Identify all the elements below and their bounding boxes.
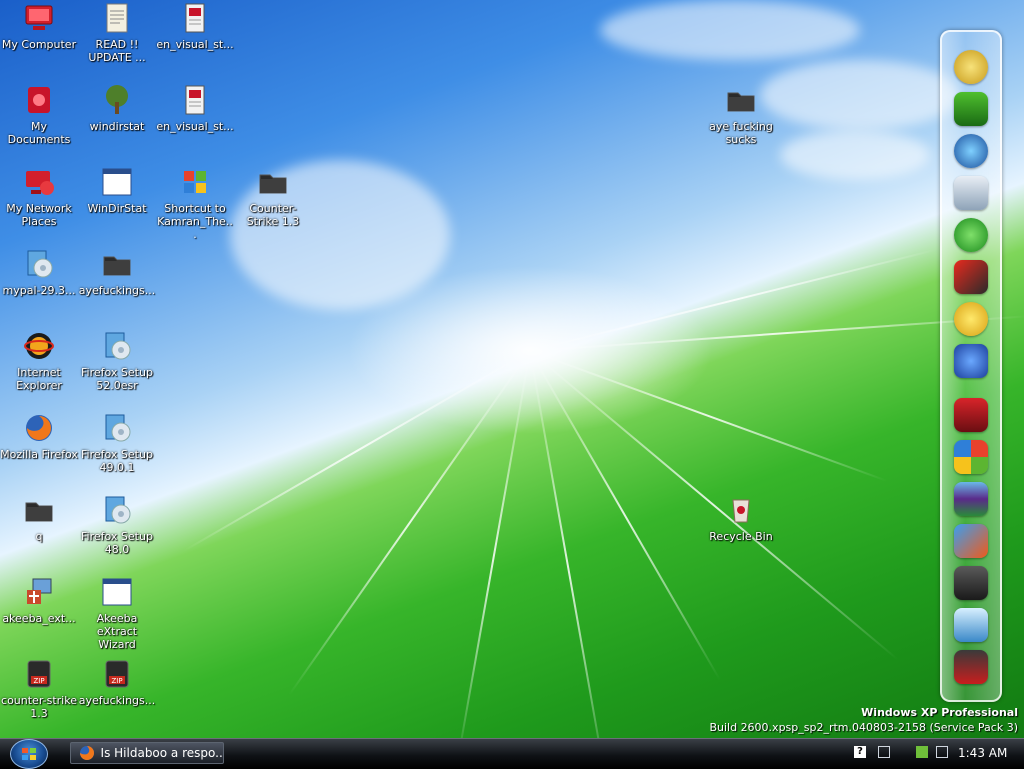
zip-archive-icon: ZIP: [101, 658, 133, 690]
desktop-icon-ayefuckings-zip[interactable]: ZIP ayefuckings...: [78, 658, 156, 707]
tool-icon[interactable]: [954, 608, 988, 642]
desktop-icon-counter-strike-zip[interactable]: ZIP counter-strike 1.3: [0, 658, 78, 720]
winrar-icon[interactable]: [954, 482, 988, 516]
folder-icon: [101, 248, 133, 280]
media-player-icon[interactable]: [954, 176, 988, 210]
butterfly-icon[interactable]: [954, 524, 988, 558]
disc-image-icon: [179, 84, 211, 116]
text-document-icon: [101, 2, 133, 34]
firefox-icon: [80, 746, 94, 760]
light-streak: [529, 350, 888, 482]
volume-icon[interactable]: [936, 746, 948, 758]
windows-logo-icon: [179, 166, 211, 198]
globe-icon[interactable]: [954, 134, 988, 168]
folder-icon: [257, 166, 289, 198]
desktop-icon-my-computer[interactable]: My Computer: [0, 2, 78, 51]
setup-icon: [23, 576, 55, 608]
desktop-icon-q[interactable]: q: [0, 494, 78, 543]
light-streak: [288, 350, 531, 696]
disc-image-icon: [179, 2, 211, 34]
zip-archive-icon: ZIP: [23, 658, 55, 690]
start-button[interactable]: [10, 739, 48, 769]
monitor-icon[interactable]: [954, 92, 988, 126]
desktop-icon-windirstat[interactable]: WinDirStat: [78, 166, 156, 215]
vertical-dock: [940, 30, 1002, 702]
installer-icon: [101, 494, 133, 526]
folder-icon: [23, 494, 55, 526]
my-documents-icon: [23, 84, 55, 116]
desktop-icon-en-visual-studio-2[interactable]: en_visual_st...: [156, 84, 234, 133]
installer-icon: [101, 412, 133, 444]
os-edition-watermark: Windows XP Professional: [861, 706, 1018, 719]
taskbar-window-title: Is Hildaboo a respo...: [100, 746, 223, 760]
cloud-decoration: [780, 130, 930, 180]
application-window-icon: [101, 166, 133, 198]
desktop-icon-my-documents[interactable]: My Documents: [0, 84, 78, 146]
clock[interactable]: 1:43 AM: [958, 746, 1007, 760]
help-icon[interactable]: ?: [854, 746, 866, 758]
robot-icon[interactable]: [954, 650, 988, 684]
light-streak: [183, 350, 531, 552]
printer-icon[interactable]: [954, 566, 988, 600]
desktop-icon-ayefuckings-folder[interactable]: ayefuckings...: [78, 248, 156, 297]
internet-explorer-icon: [23, 330, 55, 362]
red-box-icon[interactable]: [954, 398, 988, 432]
orb-icon[interactable]: [954, 50, 988, 84]
tree-icon: [101, 84, 133, 116]
recycle-bin-icon: [725, 494, 757, 526]
desktop-icon-mypal[interactable]: mypal-29.3...: [0, 248, 78, 297]
application-window-icon: [101, 576, 133, 608]
network-icon[interactable]: [878, 746, 890, 758]
folder-icon: [725, 84, 757, 116]
desktop-icon-internet-explorer[interactable]: Internet Explorer: [0, 330, 78, 392]
windows-flag-icon[interactable]: [954, 440, 988, 474]
installer-icon: [23, 248, 55, 280]
smiley-icon[interactable]: [954, 302, 988, 336]
desktop-icon-shortcut-kamran[interactable]: Shortcut to Kamran_The...: [156, 166, 234, 241]
desktop: My Computer My Documents My Network Plac…: [0, 0, 1024, 738]
cloud-decoration: [600, 0, 860, 60]
light-streak: [456, 350, 531, 738]
installer-icon: [101, 330, 133, 362]
desktop-icon-windirstat-folder[interactable]: windirstat: [78, 84, 156, 133]
desktop-icon-akeeba-ext[interactable]: akeeba_ext...: [0, 576, 78, 625]
taskbar: Is Hildaboo a respo... ? 1:43 AM: [0, 738, 1024, 769]
desktop-icon-counter-strike-folder[interactable]: Counter-Strike 1.3: [234, 166, 312, 228]
security-icon[interactable]: [916, 746, 928, 758]
my-computer-icon: [23, 2, 55, 34]
desktop-icon-akeeba-extract-wizard[interactable]: Akeeba eXtract Wizard: [78, 576, 156, 651]
desktop-icon-mozilla-firefox[interactable]: Mozilla Firefox: [0, 412, 78, 461]
svg-text:ZIP: ZIP: [33, 677, 44, 685]
network-places-icon: [23, 166, 55, 198]
desktop-icon-en-visual-studio-1[interactable]: en_visual_st...: [156, 2, 234, 51]
firefox-icon: [23, 412, 55, 444]
windows-logo-icon: [22, 748, 36, 760]
light-streak: [529, 350, 608, 738]
desktop-icon-my-network-places[interactable]: My Network Places: [0, 166, 78, 228]
desktop-icon-firefox-setup-52[interactable]: Firefox Setup 52.0esr: [78, 330, 156, 392]
build-watermark: Build 2600.xpsp_sp2_rtm.040803-2158 (Ser…: [709, 721, 1018, 734]
film-icon[interactable]: [954, 260, 988, 294]
desktop-icon-firefox-setup-48[interactable]: Firefox Setup 48.0: [78, 494, 156, 556]
desktop-icon-recycle-bin[interactable]: Recycle Bin: [702, 494, 780, 543]
desktop-icon-aye-fucking-sucks[interactable]: aye fucking sucks: [702, 84, 780, 146]
messenger-icon[interactable]: [954, 344, 988, 378]
desktop-icon-read-update[interactable]: READ !! UPDATE ...: [78, 2, 156, 64]
desktop-icon-firefox-setup-49[interactable]: Firefox Setup 49.0.1: [78, 412, 156, 474]
internet-explorer-icon[interactable]: [954, 218, 988, 252]
taskbar-window-button[interactable]: Is Hildaboo a respo...: [70, 742, 224, 764]
svg-text:ZIP: ZIP: [111, 677, 122, 685]
cloud-decoration: [760, 60, 960, 130]
system-tray: ? 1:43 AM: [850, 742, 1020, 764]
